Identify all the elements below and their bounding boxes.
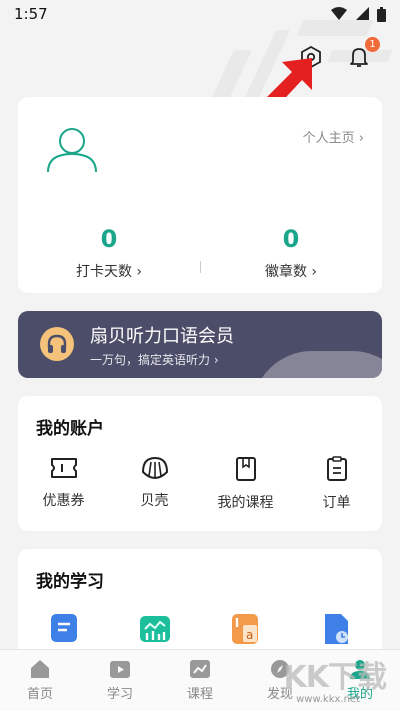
tab-home-label: 首页 <box>26 687 53 702</box>
notifications-button[interactable]: 1 <box>346 37 380 70</box>
chevron-right-icon: › <box>306 264 318 280</box>
checkin-days-stat[interactable]: 0 打卡天数 › <box>18 225 200 281</box>
my-courses-label: 我的课程 <box>217 495 274 511</box>
vip-title: 扇贝听力口语会员 <box>90 326 234 347</box>
account-section-title: 我的账户 <box>36 419 104 439</box>
orders-item[interactable]: 订单 <box>291 456 382 512</box>
svg-text:a: a <box>246 628 253 642</box>
study-item-notes[interactable] <box>18 613 109 645</box>
study-item-stats[interactable] <box>109 613 200 645</box>
chevron-right-icon: › <box>210 353 219 367</box>
tab-courses-label: 课程 <box>186 687 213 702</box>
study-section-title: 我的学习 <box>36 572 104 592</box>
badges-label: 徽章数 › <box>264 264 318 280</box>
study-item-vocabulary[interactable]: a <box>200 613 291 645</box>
badges-value: 0 <box>282 225 300 253</box>
home-icon <box>31 660 49 678</box>
shells-label: 贝壳 <box>140 493 169 509</box>
coupons-label: 优惠券 <box>42 493 85 509</box>
coupons-item[interactable]: 优惠券 <box>18 456 109 512</box>
watermark-logo: KK下载 <box>283 660 387 695</box>
vip-membership-banner[interactable]: 扇贝听力口语会员 一万句，搞定英语听力 › <box>18 311 382 378</box>
headphones-icon <box>40 327 74 361</box>
tab-courses[interactable]: 课程 <box>160 650 240 711</box>
study-item-history[interactable] <box>291 613 382 645</box>
shells-item[interactable]: 贝壳 <box>109 456 200 512</box>
checkin-days-value: 0 <box>100 225 118 253</box>
tab-home[interactable]: 首页 <box>0 650 80 711</box>
book-icon <box>235 457 256 481</box>
wifi-icon <box>331 7 347 20</box>
chevron-right-icon: › <box>131 264 143 280</box>
banner-decoration <box>252 351 382 378</box>
badges-stat[interactable]: 0 徽章数 › <box>200 225 382 281</box>
study-grid: a <box>18 613 382 645</box>
profile-card: 个人主页 › 0 打卡天数 › 0 徽章数 › <box>18 97 382 293</box>
checkin-days-label: 打卡天数 › <box>75 264 143 280</box>
homepage-label: 个人主页 <box>302 131 355 146</box>
avatar[interactable] <box>46 127 98 177</box>
my-study-card: 我的学习 a <box>18 549 382 659</box>
vip-subtitle: 一万句，搞定英语听力 › <box>90 353 219 367</box>
notes-icon <box>50 614 77 642</box>
tab-study-label: 学习 <box>106 687 133 702</box>
stats-row: 0 打卡天数 › 0 徽章数 › <box>18 225 382 281</box>
personal-homepage-link[interactable]: 个人主页 › <box>303 127 364 146</box>
play-icon <box>110 661 130 678</box>
signal-icon <box>355 7 369 21</box>
my-account-card: 我的账户 优惠券 贝壳 我的课程 订单 <box>18 396 382 531</box>
notification-badge: 1 <box>365 37 380 52</box>
orders-label: 订单 <box>322 495 351 511</box>
document-clock-icon <box>324 614 348 644</box>
stats-divider <box>200 261 201 273</box>
account-grid: 优惠券 贝壳 我的课程 订单 <box>18 456 382 512</box>
my-courses-item[interactable]: 我的课程 <box>200 456 291 512</box>
watermark-url: www.kkx.net <box>296 694 360 705</box>
chevron-right-icon: › <box>358 131 364 146</box>
vocabulary-icon: a <box>231 614 258 644</box>
stats-chart-icon <box>139 616 170 642</box>
user-avatar-icon <box>47 128 97 173</box>
status-time: 1:57 <box>14 5 48 23</box>
shell-icon <box>141 456 168 480</box>
tab-study[interactable]: 学习 <box>80 650 160 711</box>
chart-icon <box>190 660 210 678</box>
clipboard-icon <box>326 456 347 481</box>
ticket-icon <box>50 458 77 478</box>
